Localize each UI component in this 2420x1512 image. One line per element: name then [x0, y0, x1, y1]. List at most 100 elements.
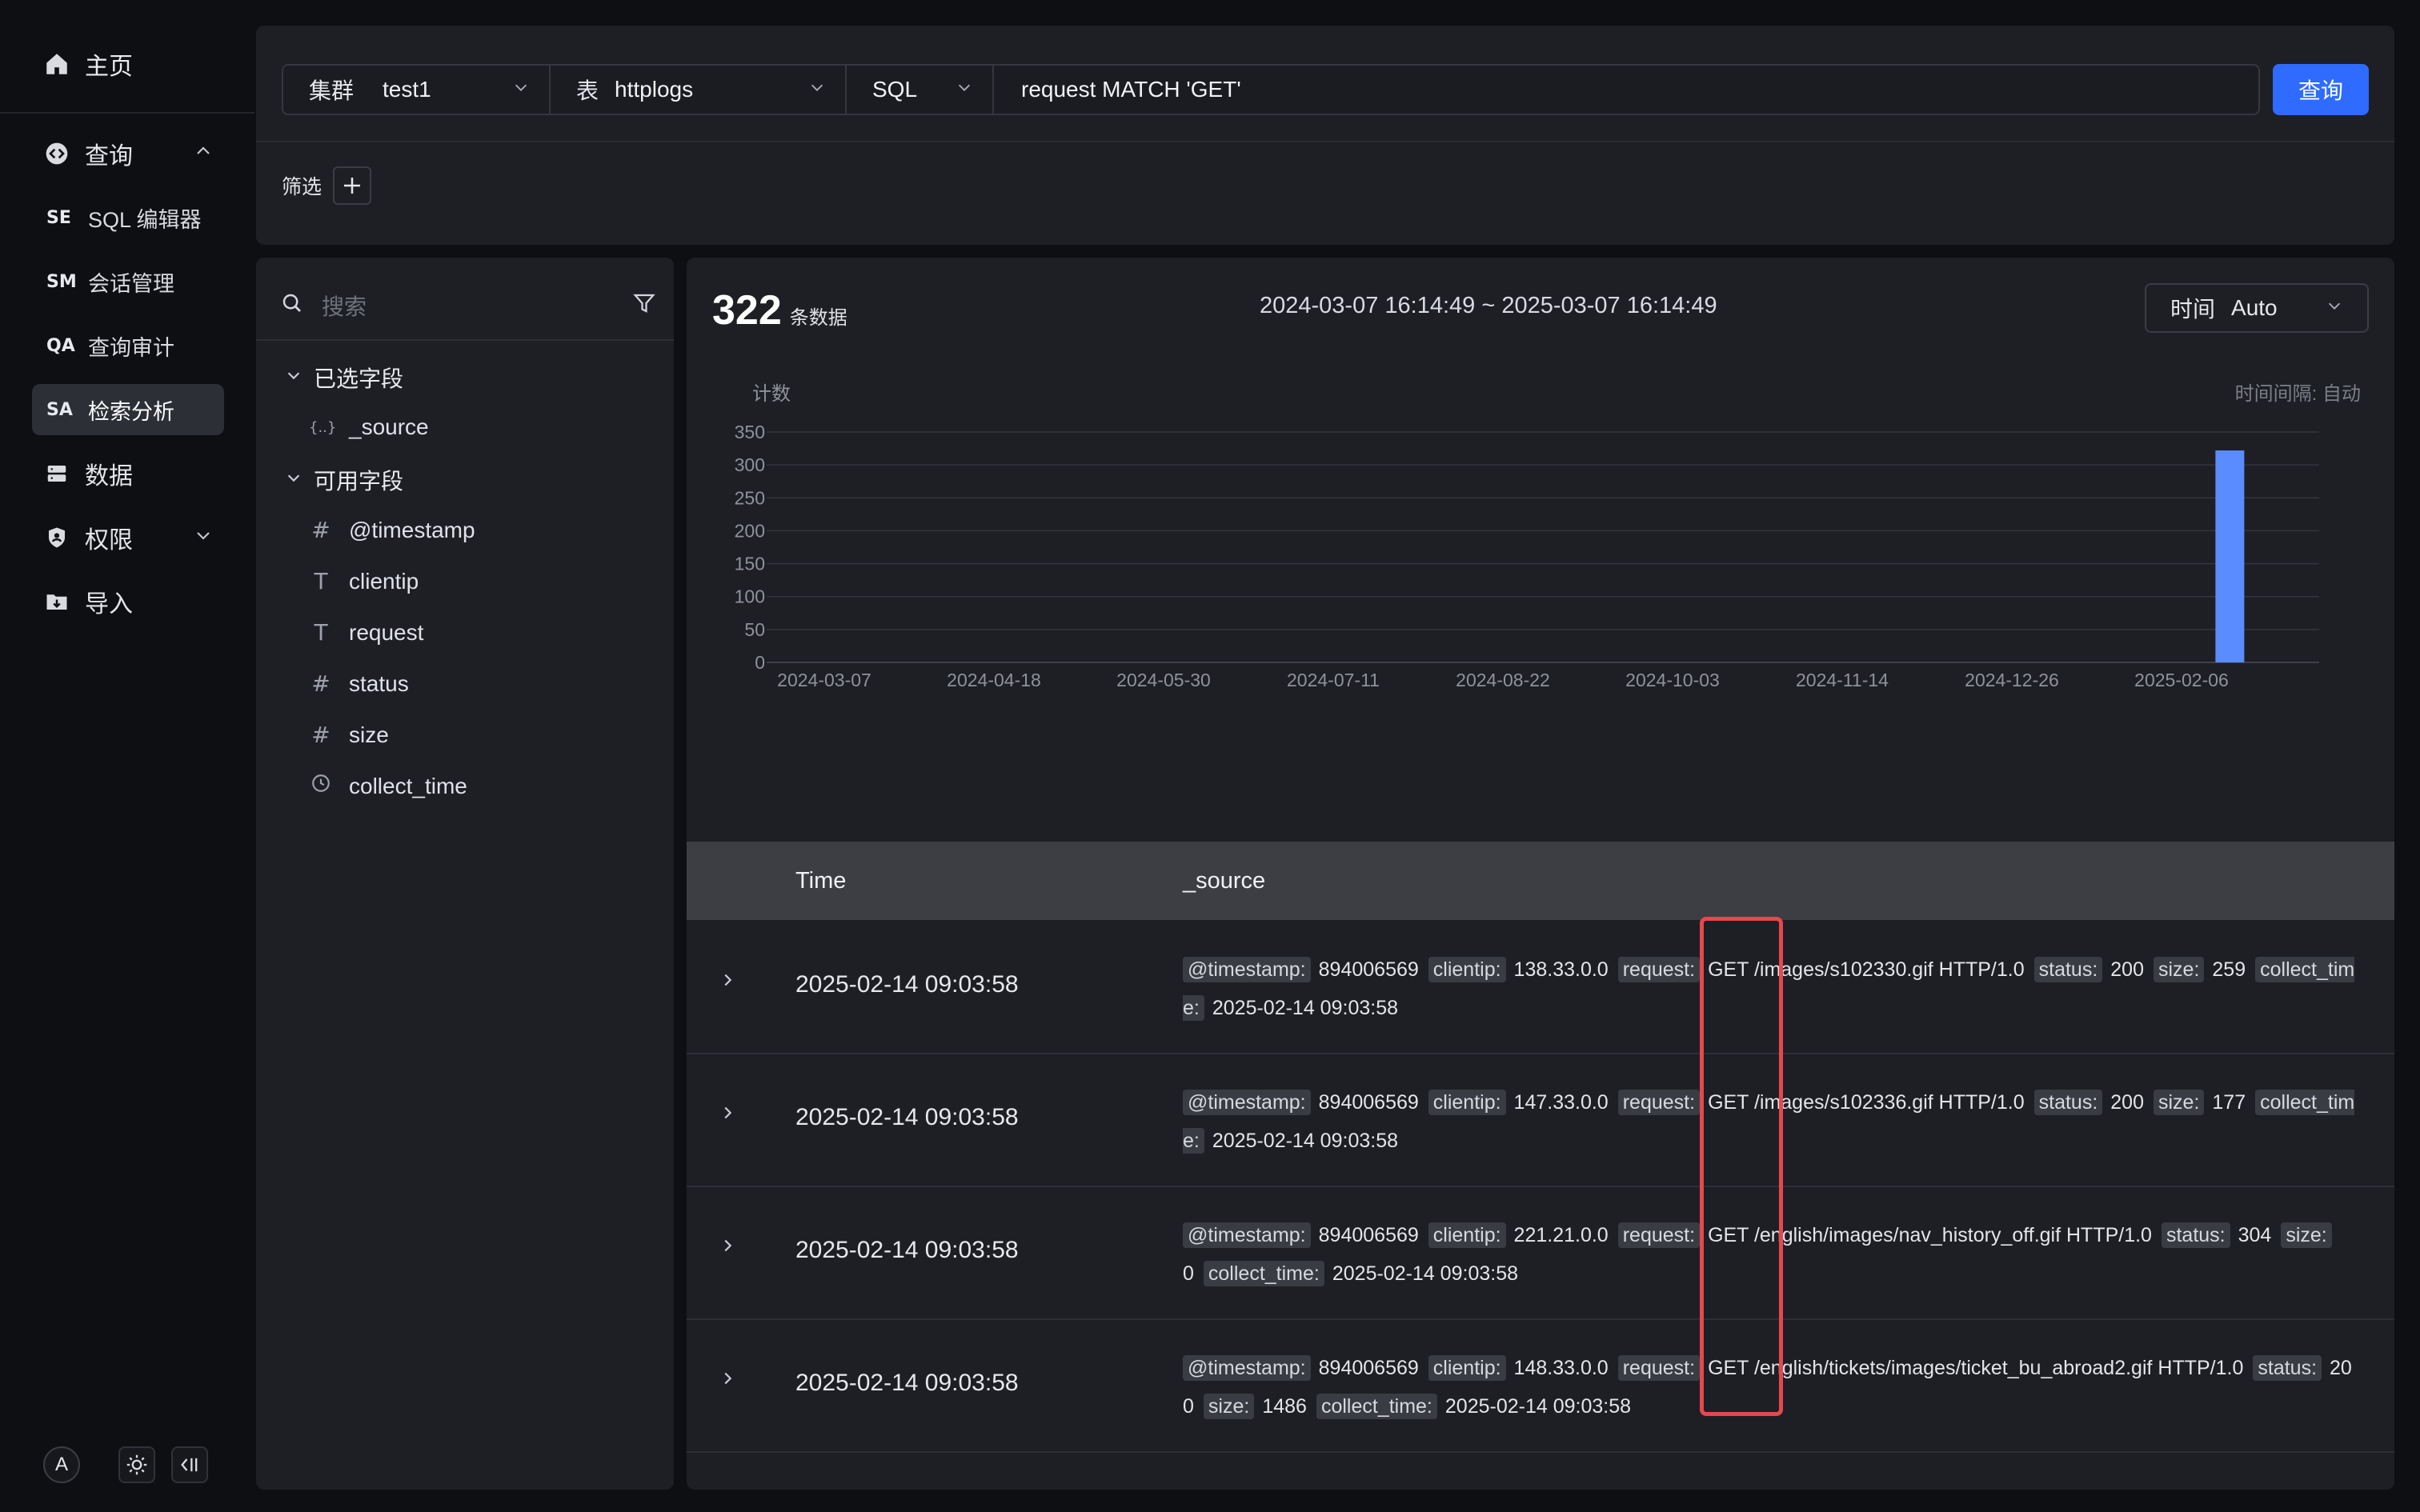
field-item[interactable]: collect_time [309, 773, 467, 799]
filter-icon[interactable] [632, 291, 656, 321]
object-type-icon: {..} [309, 418, 337, 436]
field-panel-divider [256, 339, 674, 341]
chart-y-tick-label: 350 [735, 422, 765, 442]
table-row[interactable]: 2025-02-14 09:03:58 @timestamp: 894006569 c… [687, 1054, 2394, 1187]
field-search[interactable]: 搜索 [280, 282, 656, 330]
chevron-down-icon [285, 469, 302, 491]
row-time: 2025-02-14 09:03:58 [795, 971, 1019, 998]
source-field-key: collect_time: [1203, 1261, 1324, 1286]
nav-data-label: 数据 [85, 463, 133, 490]
source-field-key: status: [2033, 957, 2103, 982]
table-row[interactable]: 2025-02-14 09:03:58 @timestamp: 894006569 c… [687, 922, 2394, 1054]
row-time: 2025-02-14 09:03:58 [795, 1104, 1019, 1130]
source-field-value: 304 [2238, 1224, 2272, 1246]
field-item[interactable]: # size [309, 722, 389, 748]
field-item[interactable]: # status [309, 670, 409, 697]
chart-y-tick-label: 200 [735, 520, 765, 541]
table-select[interactable]: 表 httplogs [551, 66, 847, 114]
query-button[interactable]: 查询 [2273, 64, 2369, 115]
plus-icon [344, 178, 361, 194]
column-header-source[interactable]: _source [1183, 868, 1265, 894]
source-field-key: status: [2033, 1090, 2103, 1115]
source-field-key: clientip: [1428, 1090, 1506, 1115]
source-field-value: 2025-02-14 09:03:58 [1212, 1130, 1399, 1152]
sun-icon [126, 1454, 147, 1475]
table-row[interactable]: 2025-02-14 09:03:58 @timestamp: 894006569 c… [687, 1320, 2394, 1453]
source-field-value: GET /english/tickets/images/ticket_bu_ab… [1708, 1357, 2244, 1379]
chart-bar[interactable] [2215, 450, 2245, 662]
nav-session-manage[interactable]: SM 会话管理 [32, 256, 224, 307]
field-search-input[interactable]: 搜索 [322, 290, 367, 322]
field-item[interactable]: {..} _source [309, 414, 429, 440]
time-select-label: 时间 [2170, 297, 2216, 322]
time-interval-select[interactable]: 时间 Auto [2145, 283, 2369, 333]
sidebar-divider [0, 112, 254, 114]
row-time: 2025-02-14 09:03:58 [795, 1370, 1019, 1396]
nav-search-analysis[interactable]: SA 检索分析 [32, 384, 224, 435]
chart-x-tick-label: 2024-03-07 [777, 670, 871, 690]
field-name: status [349, 670, 409, 696]
chart-y-axis-label: 计数 [752, 383, 791, 405]
chevron-right-icon[interactable] [719, 1366, 736, 1394]
nav-query-label: 查询 [85, 143, 133, 170]
nav-query[interactable]: 查询 [32, 128, 224, 179]
nav-permissions[interactable]: 权限 [32, 512, 224, 563]
chart-y-tick-label: 150 [735, 554, 765, 574]
source-field-value: 2025-02-14 09:03:58 [1332, 1262, 1519, 1285]
cluster-select[interactable]: 集群 test1 [283, 66, 551, 114]
row-time: 2025-02-14 09:03:58 [795, 1237, 1019, 1263]
field-name: @timestamp [349, 517, 475, 542]
histogram-chart: 计数 时间间隔: 自动 0 50 100 150 200 250 300 350 2024-0… [687, 370, 2394, 706]
field-name: request [349, 619, 424, 645]
chart-y-tick-label: 50 [744, 619, 765, 640]
field-panel: 搜索 已选字段 {..} _source 可用字段 # @timestamp T… [256, 258, 674, 1490]
cluster-value: test1 [383, 77, 431, 102]
chevron-right-icon[interactable] [719, 968, 736, 995]
nav-import[interactable]: 导入 [32, 576, 224, 627]
selected-fields-group[interactable]: 已选字段 [285, 362, 403, 394]
nav-sql-editor[interactable]: SE SQL 编辑器 [32, 192, 224, 243]
source-field-value: 2025-02-14 09:03:58 [1212, 997, 1399, 1019]
column-header-time[interactable]: Time [795, 868, 846, 894]
chart-x-tick-label: 2024-04-18 [947, 670, 1041, 690]
table-row[interactable]: 2025-02-14 09:03:58 @timestamp: 894006569 c… [687, 1187, 2394, 1320]
chevron-down-icon [285, 366, 302, 389]
source-field-value: 138.33.0.0 [1513, 958, 1609, 981]
chart-x-tick-label: 2024-12-26 [1965, 670, 2059, 690]
nav-search-analysis-label: 检索分析 [88, 399, 174, 424]
chevron-down-icon [956, 78, 973, 101]
nav-session-manage-label: 会话管理 [88, 271, 174, 296]
source-field-value: 147.33.0.0 [1513, 1091, 1609, 1114]
field-item[interactable]: T clientip [309, 568, 419, 594]
nav-permissions-label: 权限 [85, 527, 133, 554]
source-field-key: collect_time: [1316, 1394, 1437, 1419]
nav-data[interactable]: 数据 [32, 448, 224, 499]
field-item[interactable]: T request [309, 619, 423, 646]
collapse-icon [181, 1458, 198, 1472]
chart-x-tick-label: 2025-02-06 [2134, 670, 2229, 690]
available-fields-group[interactable]: 可用字段 [285, 464, 403, 496]
chevron-down-icon [808, 78, 826, 101]
field-item[interactable]: # @timestamp [309, 517, 475, 543]
mode-select[interactable]: SQL [847, 66, 994, 114]
theme-toggle-button[interactable] [118, 1446, 155, 1483]
source-field-key: clientip: [1428, 1222, 1506, 1248]
chevron-right-icon[interactable] [719, 1234, 736, 1261]
chart-x-tick-label: 2024-07-11 [1287, 670, 1380, 690]
chevron-down-icon [512, 78, 530, 101]
source-field-value: 894006569 [1318, 1091, 1419, 1114]
chart-y-tick-label: 250 [735, 487, 765, 508]
result-count-unit: 条数据 [789, 307, 847, 329]
nav-query-audit[interactable]: QA 查询审计 [32, 320, 224, 371]
query-input[interactable]: request MATCH 'GET' [994, 77, 1241, 102]
collapse-sidebar-button[interactable] [171, 1446, 208, 1483]
chart-y-tick-label: 300 [735, 454, 765, 475]
chevron-right-icon[interactable] [719, 1101, 736, 1128]
add-filter-button[interactable] [333, 166, 372, 205]
nav-home[interactable]: 主页 [32, 35, 232, 93]
source-field-key: clientip: [1428, 957, 1506, 982]
avatar[interactable]: A [43, 1446, 80, 1483]
source-field-key: @timestamp: [1183, 957, 1311, 982]
chart-x-tick-label: 2024-11-14 [1796, 670, 1889, 690]
chart-x-tick-label: 2024-05-30 [1116, 670, 1211, 690]
